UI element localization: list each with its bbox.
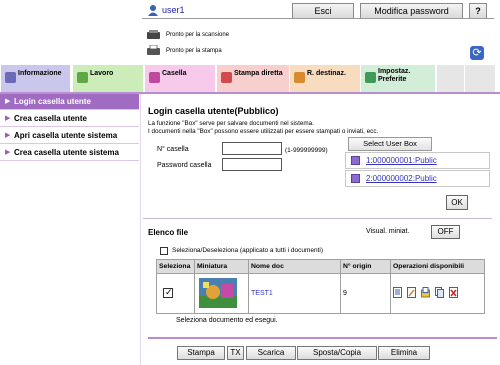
user-box-link[interactable]: 2:000000002:Public xyxy=(345,170,490,187)
originals-cell: 9 xyxy=(340,273,391,314)
select-cell xyxy=(156,273,195,314)
select-all-label: Seleziona/Deseleziona (applicato a tutti… xyxy=(172,247,324,254)
selection-hint: Seleziona documento ed esegui. xyxy=(176,317,278,324)
ok-button[interactable]: OK xyxy=(446,195,468,210)
column-header: N° origin xyxy=(340,259,391,274)
tab-label: Lavoro xyxy=(90,70,114,77)
box-number-label: N° casella xyxy=(157,146,189,153)
column-header: Miniatura xyxy=(194,259,249,274)
sidebar-item-label: Crea casella utente sistema xyxy=(14,148,119,157)
thumbnail-cell xyxy=(194,273,249,314)
tab-lavoro[interactable]: Lavoro xyxy=(73,65,143,92)
sidebar-item-label: Apri casella utente sistema xyxy=(14,131,118,140)
delete-button[interactable]: Elimina xyxy=(378,346,430,360)
favorites-icon xyxy=(365,72,376,83)
box-password-input[interactable] xyxy=(222,158,282,171)
column-header: Nome doc xyxy=(248,259,341,274)
sidebar-item-label: Crea casella utente xyxy=(14,114,87,123)
arrow-right-icon: ▶ xyxy=(5,98,11,105)
tab-rubrica-destinazioni[interactable]: R. destinaz. xyxy=(290,65,360,92)
description-line: I documenti nella "Box" possono essere u… xyxy=(148,128,379,135)
doc-name-cell: TEST1 xyxy=(248,273,341,314)
section-divider xyxy=(143,218,492,219)
print-button[interactable]: Stampa xyxy=(177,346,225,360)
refresh-icon[interactable]: ⟳ xyxy=(470,46,484,60)
tab-extra-disabled xyxy=(437,65,464,92)
file-list-title: Elenco file xyxy=(148,228,189,237)
tab-label: Casella xyxy=(162,70,187,77)
page-title: Login casella utente(Pubblico) xyxy=(148,106,279,116)
thumbnail-toggle-button[interactable]: OFF xyxy=(431,225,460,239)
copy-document-icon[interactable] xyxy=(434,287,444,298)
user-box-label: 2:000000002:Public xyxy=(366,174,437,183)
sidebar-item-crea-casella-sistema[interactable]: ▶ Crea casella utente sistema xyxy=(0,145,139,161)
printer-icon xyxy=(147,45,160,55)
action-bar-divider xyxy=(148,337,497,339)
tab-informazione[interactable]: Informazione xyxy=(1,65,70,92)
document-info-icon[interactable] xyxy=(393,287,402,298)
table-header-row: Seleziona Miniatura Nome doc N° origin O… xyxy=(156,259,485,274)
thumbnail-view-label: Visual. miniat. xyxy=(366,228,410,235)
tab-label: Informazione xyxy=(18,70,62,77)
user-box-link[interactable]: 1:000000001:Public xyxy=(345,152,490,169)
user-name: user1 xyxy=(162,5,185,15)
edit-document-icon[interactable] xyxy=(406,287,416,298)
address-book-icon xyxy=(294,72,305,83)
doc-name-link[interactable]: TEST1 xyxy=(251,290,273,297)
tab-label: Impostaz. Preferite xyxy=(378,68,411,83)
help-button[interactable]: ? xyxy=(469,3,487,19)
folder-document-icon[interactable] xyxy=(420,287,430,298)
arrow-right-icon: ▶ xyxy=(5,115,11,122)
box-icon xyxy=(351,174,360,183)
select-all-checkbox[interactable] xyxy=(160,247,168,255)
box-password-label: Password casella xyxy=(157,162,212,169)
select-user-box-button[interactable]: Select User Box xyxy=(348,137,432,151)
info-icon xyxy=(5,72,16,83)
file-table: Seleziona Miniatura Nome doc N° origin O… xyxy=(156,259,485,314)
operations-cell xyxy=(390,273,485,314)
document-thumbnail xyxy=(199,277,237,308)
delete-document-icon[interactable] xyxy=(448,287,458,298)
scanner-icon xyxy=(147,30,160,39)
table-row: TEST1 9 xyxy=(156,273,485,314)
box-icon xyxy=(149,72,160,83)
row-checkbox[interactable] xyxy=(163,287,173,298)
scan-status: Pronto per la scansione xyxy=(166,32,230,38)
tab-stampa-diretta[interactable]: Stampa diretta xyxy=(217,65,289,92)
box-number-input[interactable] xyxy=(222,142,282,155)
column-header: Seleziona xyxy=(156,259,195,274)
column-header: Operazioni disponibili xyxy=(390,259,485,274)
box-number-range: (1-999999999) xyxy=(285,147,328,154)
tx-button[interactable]: TX xyxy=(227,346,244,360)
move-copy-button[interactable]: Sposta/Copia xyxy=(297,346,377,360)
arrow-right-icon: ▶ xyxy=(5,149,11,156)
direct-print-icon xyxy=(221,72,232,83)
tab-casella[interactable]: Casella xyxy=(145,65,215,92)
logout-button[interactable]: Esci xyxy=(292,3,354,19)
sidebar-item-crea-casella[interactable]: ▶ Crea casella utente xyxy=(0,111,139,127)
sidebar-divider xyxy=(140,94,141,365)
sidebar-item-login-casella[interactable]: ▶ Login casella utente xyxy=(0,94,139,110)
print-status: Pronto per la stampa xyxy=(166,48,222,54)
tab-impostazioni-preferite[interactable]: Impostaz. Preferite xyxy=(361,65,435,92)
change-password-button[interactable]: Modifica password xyxy=(360,3,463,19)
sidebar-item-apri-casella-sistema[interactable]: ▶ Apri casella utente sistema xyxy=(0,128,139,144)
tab-extra-disabled xyxy=(465,65,495,92)
job-icon xyxy=(77,72,88,83)
tab-label: Stampa diretta xyxy=(234,70,283,77)
box-icon xyxy=(351,156,360,165)
user-box-label: 1:000000001:Public xyxy=(366,156,437,165)
sidebar-item-label: Login casella utente xyxy=(14,97,91,106)
tab-label: R. destinaz. xyxy=(307,70,346,77)
user-icon xyxy=(148,5,158,16)
description-line: La funzione "Box" serve per salvare docu… xyxy=(148,120,314,127)
download-button[interactable]: Scarica xyxy=(246,346,296,360)
sidebar: ▶ Login casella utente ▶ Crea casella ut… xyxy=(0,94,139,161)
arrow-right-icon: ▶ xyxy=(5,132,11,139)
header-divider xyxy=(142,18,494,19)
